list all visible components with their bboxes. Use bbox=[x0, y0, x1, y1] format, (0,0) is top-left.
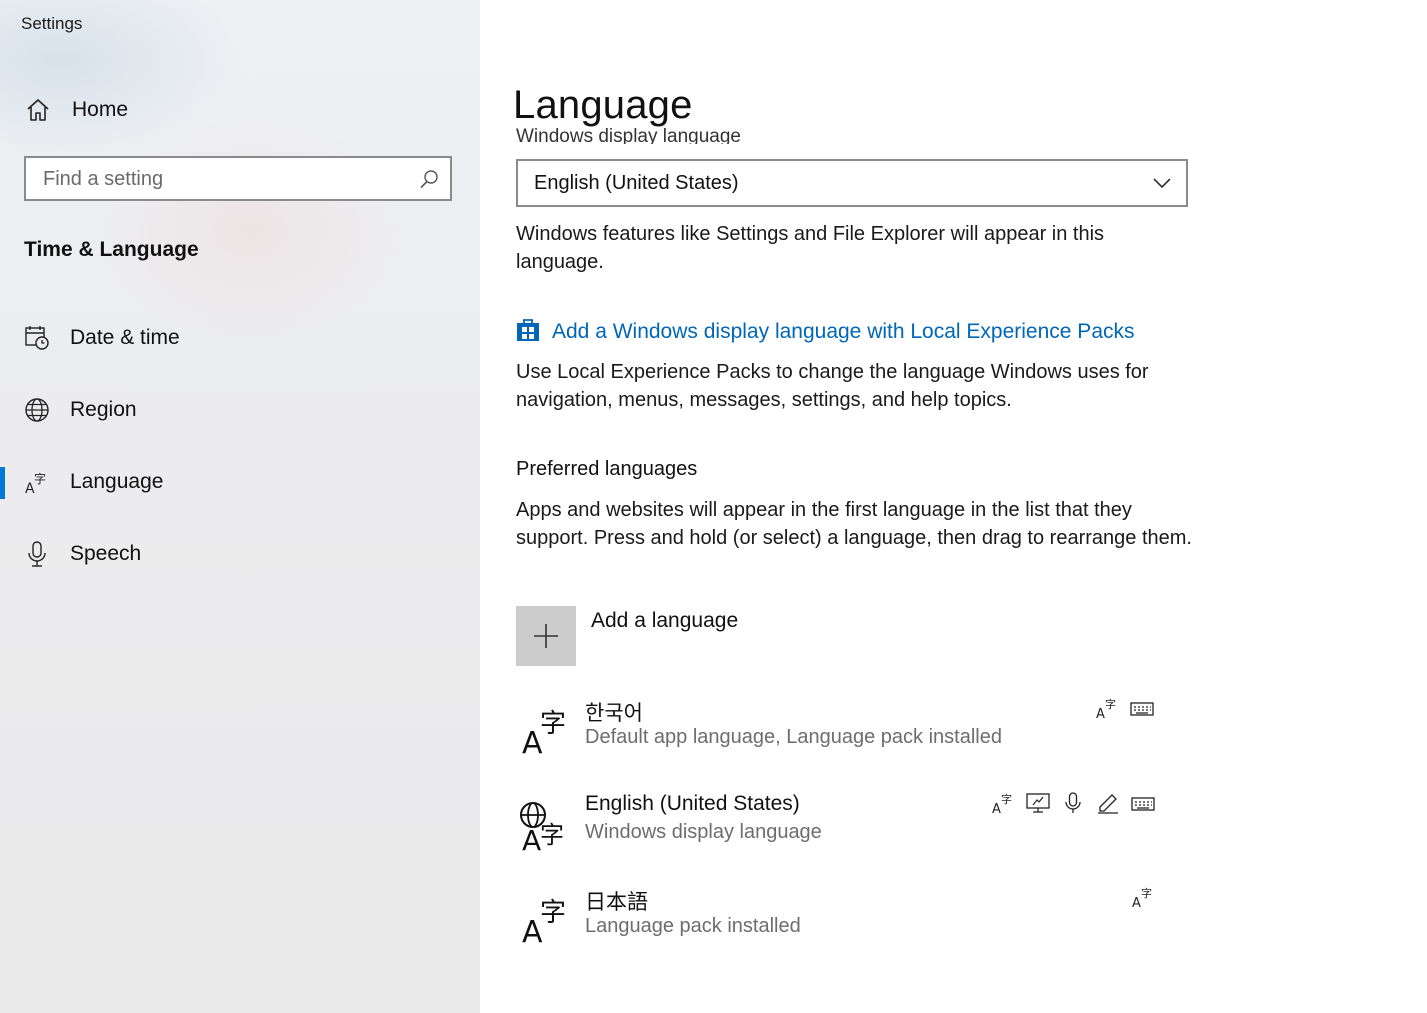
display-language-description: Windows features like Settings and File … bbox=[516, 223, 1105, 273]
language-status: Language pack installed bbox=[585, 915, 801, 937]
main-content: Language Windows display language Englis… bbox=[480, 0, 1427, 1013]
language-name: 한국어 bbox=[585, 702, 643, 725]
nav-home[interactable]: Home bbox=[24, 92, 454, 128]
language-pack-icon: A字 bbox=[989, 791, 1016, 815]
language-pack-icon: A字 bbox=[1129, 885, 1156, 909]
selection-indicator bbox=[0, 467, 5, 499]
text-to-speech-icon bbox=[1024, 791, 1051, 815]
globe-icon bbox=[24, 397, 50, 423]
language-item-japanese[interactable]: A字 日本語 Language pack installed A字 bbox=[516, 885, 1176, 955]
language-item-korean[interactable]: A字 한국어 Default app language, Language pa… bbox=[516, 696, 1176, 766]
handwriting-icon bbox=[1094, 791, 1121, 815]
sidebar-item-language[interactable]: A字 Language bbox=[0, 457, 480, 507]
home-label: Home bbox=[72, 98, 129, 121]
language-icon: A字 bbox=[518, 702, 574, 761]
svg-text:字: 字 bbox=[34, 471, 46, 486]
display-language-icon: A字 bbox=[518, 797, 574, 857]
preferred-languages-description: Apps and websites will appear in the fir… bbox=[516, 499, 1192, 549]
sidebar-item-speech[interactable]: Speech bbox=[0, 529, 480, 579]
search-icon[interactable] bbox=[418, 168, 440, 190]
svg-text:字: 字 bbox=[540, 821, 564, 849]
svg-text:字: 字 bbox=[1141, 886, 1152, 900]
lxp-description: Use Local Experience Packs to change the… bbox=[516, 361, 1149, 411]
sidebar-item-date-time[interactable]: Date & time bbox=[0, 313, 480, 363]
svg-text:字: 字 bbox=[1105, 697, 1116, 711]
svg-text:A: A bbox=[992, 802, 1001, 815]
preferred-languages-heading: Preferred languages bbox=[516, 458, 698, 480]
store-icon bbox=[516, 317, 540, 348]
language-status: Windows display language bbox=[585, 821, 822, 843]
keyboard-icon bbox=[1129, 791, 1156, 815]
language-icon: A字 bbox=[518, 891, 574, 950]
sidebar-item-label: Region bbox=[70, 398, 137, 421]
keyboard-icon bbox=[1128, 696, 1155, 720]
feature-icons: A字 bbox=[1129, 885, 1156, 909]
page-title: Language bbox=[513, 83, 693, 127]
svg-text:字: 字 bbox=[540, 898, 566, 928]
section-title: Time & Language bbox=[24, 238, 199, 261]
language-pack-icon: A字 bbox=[1093, 696, 1120, 720]
chevron-down-icon bbox=[1152, 175, 1172, 191]
search-input[interactable] bbox=[41, 158, 415, 201]
app-title: Settings bbox=[21, 14, 83, 33]
language-icon: A字 bbox=[24, 469, 50, 495]
language-item-english[interactable]: A字 English (United States) Windows displ… bbox=[516, 791, 1176, 861]
feature-icons: A字 bbox=[989, 791, 1156, 815]
clipped-heading-region: Windows display language bbox=[516, 124, 1116, 144]
add-lxp-link-label: Add a Windows display language with Loca… bbox=[552, 320, 1135, 343]
sidebar: Settings Home Time & Language Date & tim… bbox=[0, 0, 480, 1013]
svg-text:字: 字 bbox=[540, 709, 566, 739]
dropdown-value: English (United States) bbox=[534, 172, 739, 194]
language-name: 日本語 bbox=[585, 891, 648, 914]
add-lxp-link[interactable]: Add a Windows display language with Loca… bbox=[516, 316, 1135, 348]
add-language-label: Add a language bbox=[591, 609, 739, 632]
plus-icon bbox=[516, 606, 576, 666]
svg-text:A: A bbox=[522, 824, 541, 853]
microphone-icon bbox=[24, 541, 50, 567]
sidebar-item-label: Speech bbox=[70, 542, 142, 565]
svg-text:A: A bbox=[1132, 896, 1141, 909]
sidebar-item-region[interactable]: Region bbox=[0, 385, 480, 435]
display-language-dropdown[interactable]: English (United States) bbox=[516, 159, 1188, 207]
speech-icon bbox=[1059, 791, 1086, 815]
sidebar-item-label: Language bbox=[70, 470, 164, 493]
svg-text:A: A bbox=[1096, 707, 1105, 720]
sidebar-item-label: Date & time bbox=[70, 326, 180, 349]
search-box bbox=[24, 156, 452, 201]
language-status: Default app language, Language pack inst… bbox=[585, 726, 1002, 748]
feature-icons: A字 bbox=[1093, 696, 1155, 720]
calendar-clock-icon bbox=[24, 325, 50, 351]
add-language-button[interactable]: Add a language bbox=[516, 606, 1176, 666]
display-language-heading: Windows display language bbox=[516, 126, 741, 144]
svg-text:字: 字 bbox=[1001, 792, 1012, 806]
home-icon bbox=[24, 96, 52, 124]
language-name: English (United States) bbox=[585, 792, 800, 815]
